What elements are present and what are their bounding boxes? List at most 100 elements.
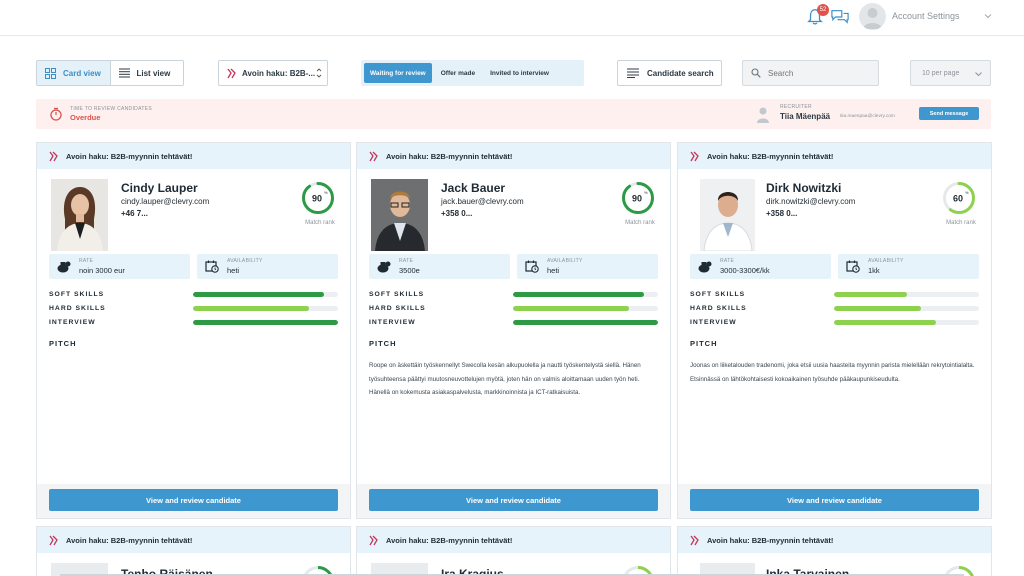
view-review-candidate-button[interactable]: View and review candidate — [49, 489, 338, 511]
candidate-card: Avoin haku: B2B-myynnin tehtävät! Cindy … — [36, 142, 351, 519]
availability-value: heti — [547, 266, 560, 275]
list-view-button[interactable]: List view — [111, 61, 184, 85]
rate-box: RATE 3000-3300€/kk — [690, 254, 831, 279]
card-header: Avoin haku: B2B-myynnin tehtävät! — [357, 527, 670, 553]
soft-skills-label: SOFT SKILLS — [49, 291, 105, 298]
soft-skills-bar — [193, 292, 338, 297]
candidate-name[interactable]: Dirk Nowitzki — [766, 181, 841, 195]
match-rank-ring: 60 % — [943, 182, 975, 214]
calendar-clock-icon — [525, 260, 539, 273]
pitch-text: Roope on äskettäin työskennellyt Swecoll… — [369, 362, 641, 396]
calendar-clock-icon — [846, 260, 860, 273]
availability-label: AVAILABILITY — [227, 258, 263, 264]
match-rank-value: 60 — [953, 194, 963, 204]
tab-waiting-for-review[interactable]: Waiting for review — [364, 63, 432, 83]
candidate-search-button[interactable]: Candidate search — [617, 60, 722, 86]
candidate-phone: +358 0... — [441, 209, 473, 218]
money-bag-icon — [57, 261, 71, 273]
pitch-text: Joonas on liiketalouden tradenomi, joka … — [690, 362, 975, 383]
availability-value: heti — [227, 266, 240, 275]
job-select[interactable]: Avoin haku: B2B-... — [218, 60, 328, 86]
job-title: Avoin haku: B2B-myynnin tehtävät! — [386, 151, 513, 161]
view-toggle: Card view List view — [36, 60, 184, 86]
rate-box: RATE 3500e — [369, 254, 510, 279]
candidate-photo — [700, 179, 755, 251]
job-icon — [690, 535, 699, 545]
candidate-name[interactable]: Jack Bauer — [441, 181, 505, 195]
money-bag-icon — [698, 261, 712, 273]
account-settings-link[interactable]: Account Settings — [892, 11, 960, 21]
candidate-phone: +46 7... — [121, 209, 148, 218]
review-deadline-banner: TIME TO REVIEW CANDIDATES Overdue RECRUI… — [36, 99, 991, 129]
card-footer: View and review candidate — [37, 484, 350, 518]
availability-box: AVAILABILITY 1kk — [838, 254, 979, 279]
send-message-button[interactable]: Send message — [919, 107, 979, 120]
status-tabs: Waiting for review Offer made Invited to… — [361, 60, 584, 86]
hard-skills-bar — [834, 306, 979, 311]
interview-label: INTERVIEW — [690, 319, 737, 326]
card-view-label: Card view — [63, 68, 101, 78]
job-title: Avoin haku: B2B-myynnin tehtävät! — [386, 535, 513, 545]
candidate-card: Avoin haku: B2B-myynnin tehtävät! Tenho … — [36, 526, 351, 576]
interview-bar — [193, 320, 338, 325]
candidate-card: Avoin haku: B2B-myynnin tehtävät! Dirk N… — [677, 142, 992, 519]
percent-sign: % — [965, 190, 969, 195]
chat-icon[interactable] — [830, 8, 850, 26]
rate-label: RATE — [720, 258, 735, 264]
chevron-down-icon[interactable] — [984, 12, 992, 20]
hard-skills-label: HARD SKILLS — [49, 305, 106, 312]
job-icon — [690, 151, 699, 161]
review-time-status: Overdue — [70, 113, 101, 122]
card-header: Avoin haku: B2B-myynnin tehtävät! — [37, 527, 350, 553]
list-icon — [118, 68, 130, 78]
candidate-card: Avoin haku: B2B-myynnin tehtävät! Ira Kr… — [356, 526, 671, 576]
select-arrows-icon — [316, 68, 322, 78]
rate-value: 3000-3300€/kk — [720, 266, 770, 275]
match-rank-value: 90 — [632, 194, 642, 204]
per-page-select[interactable]: 10 per page — [910, 60, 991, 86]
hard-skills-label: HARD SKILLS — [369, 305, 426, 312]
match-rank-label: Match rank — [946, 220, 976, 226]
percent-sign: % — [324, 190, 328, 195]
card-header: Avoin haku: B2B-myynnin tehtävät! — [678, 143, 991, 169]
interview-label: INTERVIEW — [369, 319, 416, 326]
soft-skills-bar — [513, 292, 658, 297]
availability-box: AVAILABILITY heti — [197, 254, 338, 279]
match-rank-ring: 90 % — [302, 182, 334, 214]
timer-icon — [50, 107, 62, 121]
search-input[interactable] — [768, 68, 868, 78]
pitch-label: PITCH — [690, 339, 718, 348]
rate-value: noin 3000 eur — [79, 266, 125, 275]
rate-label: RATE — [79, 258, 94, 264]
view-review-candidate-button[interactable]: View and review candidate — [369, 489, 658, 511]
card-view-button[interactable]: Card view — [37, 61, 111, 85]
tab-invited-to-interview[interactable]: Invited to interview — [484, 63, 555, 83]
search-icon — [751, 68, 761, 78]
grid-icon — [45, 67, 56, 79]
pitch-label: PITCH — [369, 339, 397, 348]
interview-bar — [513, 320, 658, 325]
hard-skills-label: HARD SKILLS — [690, 305, 747, 312]
card-footer: View and review candidate — [357, 484, 670, 518]
soft-skills-label: SOFT SKILLS — [690, 291, 746, 298]
candidate-phone: +358 0... — [766, 209, 798, 218]
job-title: Avoin haku: B2B-myynnin tehtävät! — [66, 535, 193, 545]
pitch-label: PITCH — [49, 339, 77, 348]
job-icon — [369, 535, 378, 545]
view-review-candidate-button[interactable]: View and review candidate — [690, 489, 979, 511]
calendar-clock-icon — [205, 260, 219, 273]
card-header: Avoin haku: B2B-myynnin tehtävät! — [37, 143, 350, 169]
candidate-email[interactable]: dirk.nowitzki@clevry.com — [766, 197, 855, 206]
candidate-email[interactable]: jack.bauer@clevry.com — [441, 197, 524, 206]
candidate-name[interactable]: Cindy Lauper — [121, 181, 198, 195]
tab-offer-made[interactable]: Offer made — [435, 63, 481, 83]
match-rank-value: 90 — [312, 194, 322, 204]
user-avatar[interactable] — [859, 3, 886, 30]
recruiter-label: RECRUITER — [780, 104, 812, 110]
card-footer: View and review candidate — [678, 484, 991, 518]
chevron-down-icon — [975, 72, 982, 77]
search-box — [742, 60, 879, 86]
interview-label: INTERVIEW — [49, 319, 96, 326]
availability-label: AVAILABILITY — [868, 258, 904, 264]
candidate-email[interactable]: cindy.lauper@clevry.com — [121, 197, 209, 206]
